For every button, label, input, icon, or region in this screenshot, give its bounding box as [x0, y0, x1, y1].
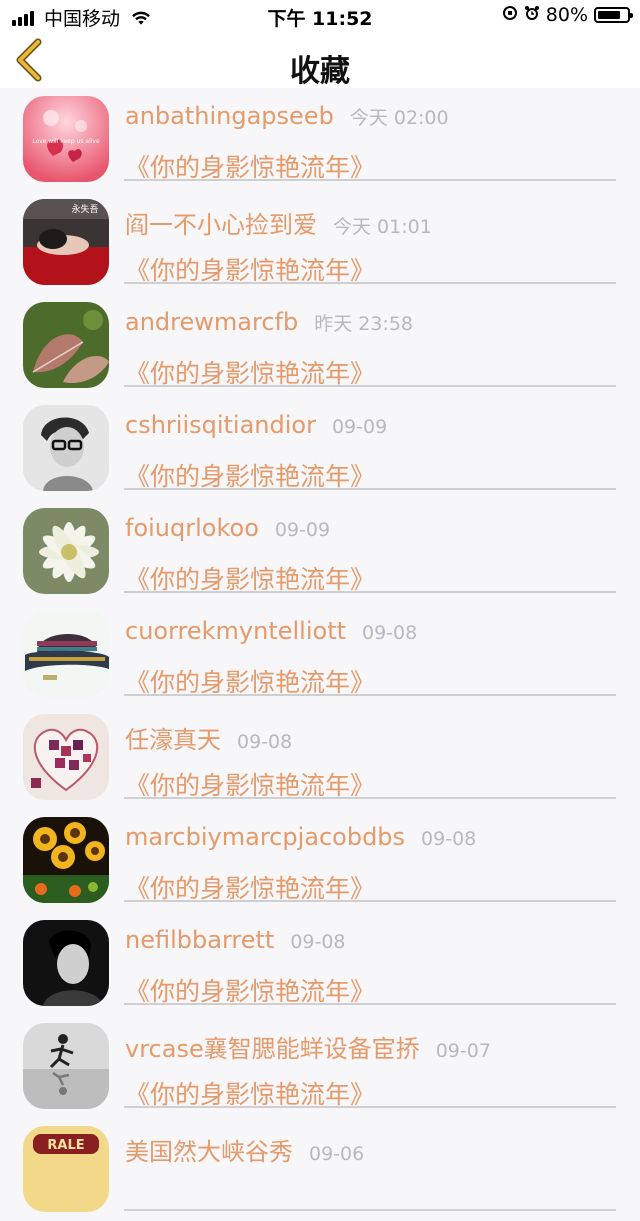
user-name: foiuqrlokoo: [125, 514, 259, 542]
user-name: vrcase襄智腮能蛘设备宦挢: [125, 1035, 420, 1063]
svg-text:Love will keep us alive: Love will keep us alive: [32, 138, 100, 145]
avatar: [23, 508, 109, 594]
svg-text:永失吾: 永失吾: [71, 203, 98, 215]
timestamp: 今天 02:00: [349, 107, 449, 129]
avatar: RALE: [23, 1126, 109, 1212]
user-name: cshriisqitiandior: [125, 411, 316, 439]
avatar: Love will keep us alive: [23, 96, 109, 182]
divider: [124, 797, 616, 799]
username: 美国然大峡谷秀 09-06: [125, 1132, 364, 1167]
avatar: [23, 920, 109, 1006]
list-item[interactable]: foiuqrlokoo 09-09 《你的身影惊艳流年》: [0, 500, 640, 603]
username: nefilbbarrett 09-08: [125, 926, 346, 954]
user-name: marcbiymarcpjacobdbs: [125, 823, 406, 851]
timestamp: 09-06: [309, 1143, 365, 1165]
battery-fill: [598, 11, 621, 19]
username: andrewmarcfb 昨天 23:58: [125, 308, 413, 336]
username: 任濠真天 09-08: [125, 720, 292, 755]
user-name: nefilbbarrett: [125, 926, 275, 954]
list-item[interactable]: andrewmarcfb 昨天 23:58 《你的身影惊艳流年》: [0, 294, 640, 397]
user-name: 阎一不小心捡到爱: [125, 211, 317, 239]
username: cuorrekmyntelliott 09-08: [125, 617, 417, 645]
username: foiuqrlokoo 09-09: [125, 514, 330, 542]
alarm-icon: [524, 5, 540, 25]
timestamp: 09-08: [290, 931, 346, 953]
timestamp: 09-07: [435, 1040, 491, 1062]
battery-percent: 80%: [545, 4, 588, 26]
user-name: 美国然大峡谷秀: [125, 1138, 293, 1166]
list-item[interactable]: nefilbbarrett 09-08 《你的身影惊艳流年》: [0, 912, 640, 1015]
list-item[interactable]: RALE 美国然大峡谷秀 09-06: [0, 1118, 640, 1221]
avatar: [23, 1023, 109, 1109]
list-item[interactable]: vrcase襄智腮能蛘设备宦挢 09-07 《你的身影惊艳流年》: [0, 1015, 640, 1118]
status-right: 80%: [502, 4, 633, 26]
avatar: [23, 302, 109, 388]
list-item[interactable]: cuorrekmyntelliott 09-08 《你的身影惊艳流年》: [0, 603, 640, 706]
timestamp: 09-08: [362, 622, 418, 644]
avatar: 永失吾: [23, 199, 109, 285]
list-item[interactable]: Love will keep us alive anbathingapseeb 今…: [0, 88, 640, 191]
username: vrcase襄智腮能蛘设备宦挢 09-07: [125, 1029, 491, 1064]
divider: [124, 1106, 616, 1108]
username: cshriisqitiandior 09-09: [125, 411, 387, 439]
username: anbathingapseeb 今天 02:00: [125, 102, 449, 130]
username: marcbiymarcpjacobdbs 09-08: [125, 823, 476, 851]
timestamp: 昨天 23:58: [314, 313, 413, 335]
divider: [124, 1003, 616, 1005]
svg-text:RALE: RALE: [47, 1138, 84, 1153]
list-item[interactable]: marcbiymarcpjacobdbs 09-08 《你的身影惊艳流年》: [0, 809, 640, 912]
user-name: cuorrekmyntelliott: [125, 617, 347, 645]
avatar: [23, 817, 109, 903]
favorites-list: Love will keep us alive anbathingapseeb 今…: [0, 88, 640, 1221]
navigation-bar: 收藏: [0, 32, 640, 89]
divider: [124, 179, 616, 181]
username: 阎一不小心捡到爱 今天 01:01: [125, 205, 432, 240]
timestamp: 09-09: [274, 519, 331, 541]
avatar: [23, 611, 109, 697]
user-name: anbathingapseeb: [125, 102, 334, 130]
page-title: 收藏: [290, 54, 350, 89]
timestamp: 09-09: [331, 416, 388, 438]
status-bar: 中国移动 下午 11:52 80%: [0, 0, 640, 32]
timestamp: 09-08: [421, 828, 477, 850]
battery-icon: [594, 7, 633, 23]
divider: [124, 694, 616, 696]
rotation-lock-icon: [502, 5, 518, 25]
divider: [124, 488, 616, 490]
timestamp: 09-08: [237, 731, 293, 753]
list-item[interactable]: 任濠真天 09-08 《你的身影惊艳流年》: [0, 706, 640, 809]
user-name: 任濠真天: [125, 726, 221, 754]
divider: [124, 282, 616, 284]
user-name: andrewmarcfb: [125, 308, 299, 336]
divider: [124, 385, 616, 387]
list-item[interactable]: 永失吾 阎一不小心捡到爱 今天 01:01 《你的身影惊艳流年》: [0, 191, 640, 294]
divider: [124, 1209, 616, 1211]
avatar: [23, 405, 109, 491]
timestamp: 今天 01:01: [333, 216, 432, 238]
avatar: [23, 714, 109, 800]
list-item[interactable]: cshriisqitiandior 09-09 《你的身影惊艳流年》: [0, 397, 640, 500]
divider: [124, 591, 616, 593]
divider: [124, 900, 616, 902]
